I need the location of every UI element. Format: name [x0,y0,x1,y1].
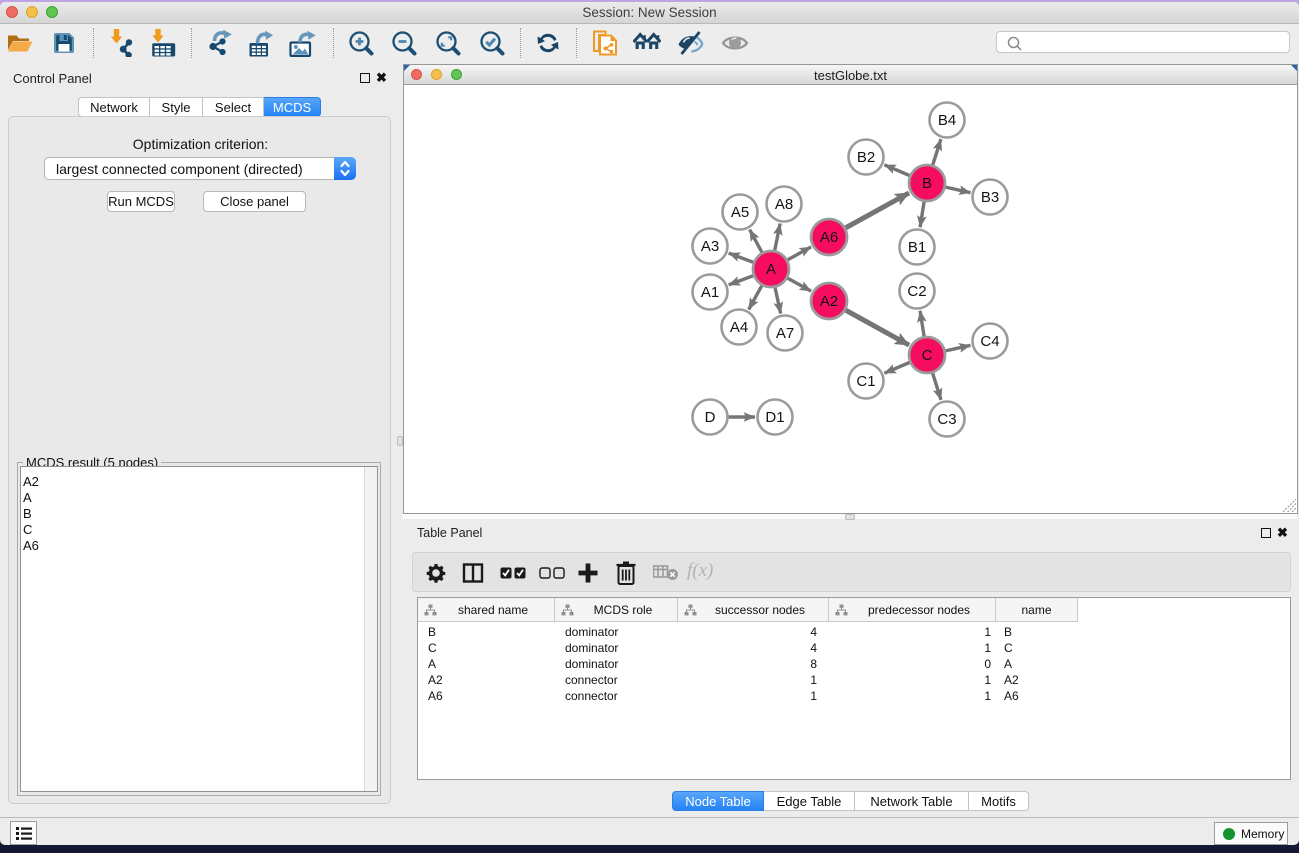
svg-text:C4: C4 [980,333,999,350]
svg-text:D: D [705,409,716,426]
svg-text:A3: A3 [701,238,719,255]
svg-text:A6: A6 [820,229,838,246]
svg-text:B2: B2 [857,149,875,166]
svg-text:A5: A5 [731,204,749,221]
svg-text:A2: A2 [820,293,838,310]
svg-text:A7: A7 [776,325,794,342]
svg-text:A1: A1 [701,284,719,301]
svg-text:B: B [922,175,932,192]
svg-text:C2: C2 [907,283,926,300]
svg-text:C: C [922,347,933,364]
svg-text:C3: C3 [937,411,956,428]
svg-text:A4: A4 [730,319,748,336]
svg-text:C1: C1 [856,373,875,390]
svg-text:B3: B3 [981,189,999,206]
svg-text:A8: A8 [775,196,793,213]
svg-text:B1: B1 [908,239,926,256]
svg-text:B4: B4 [938,112,956,129]
svg-text:A: A [766,261,776,278]
svg-text:D1: D1 [765,409,784,426]
